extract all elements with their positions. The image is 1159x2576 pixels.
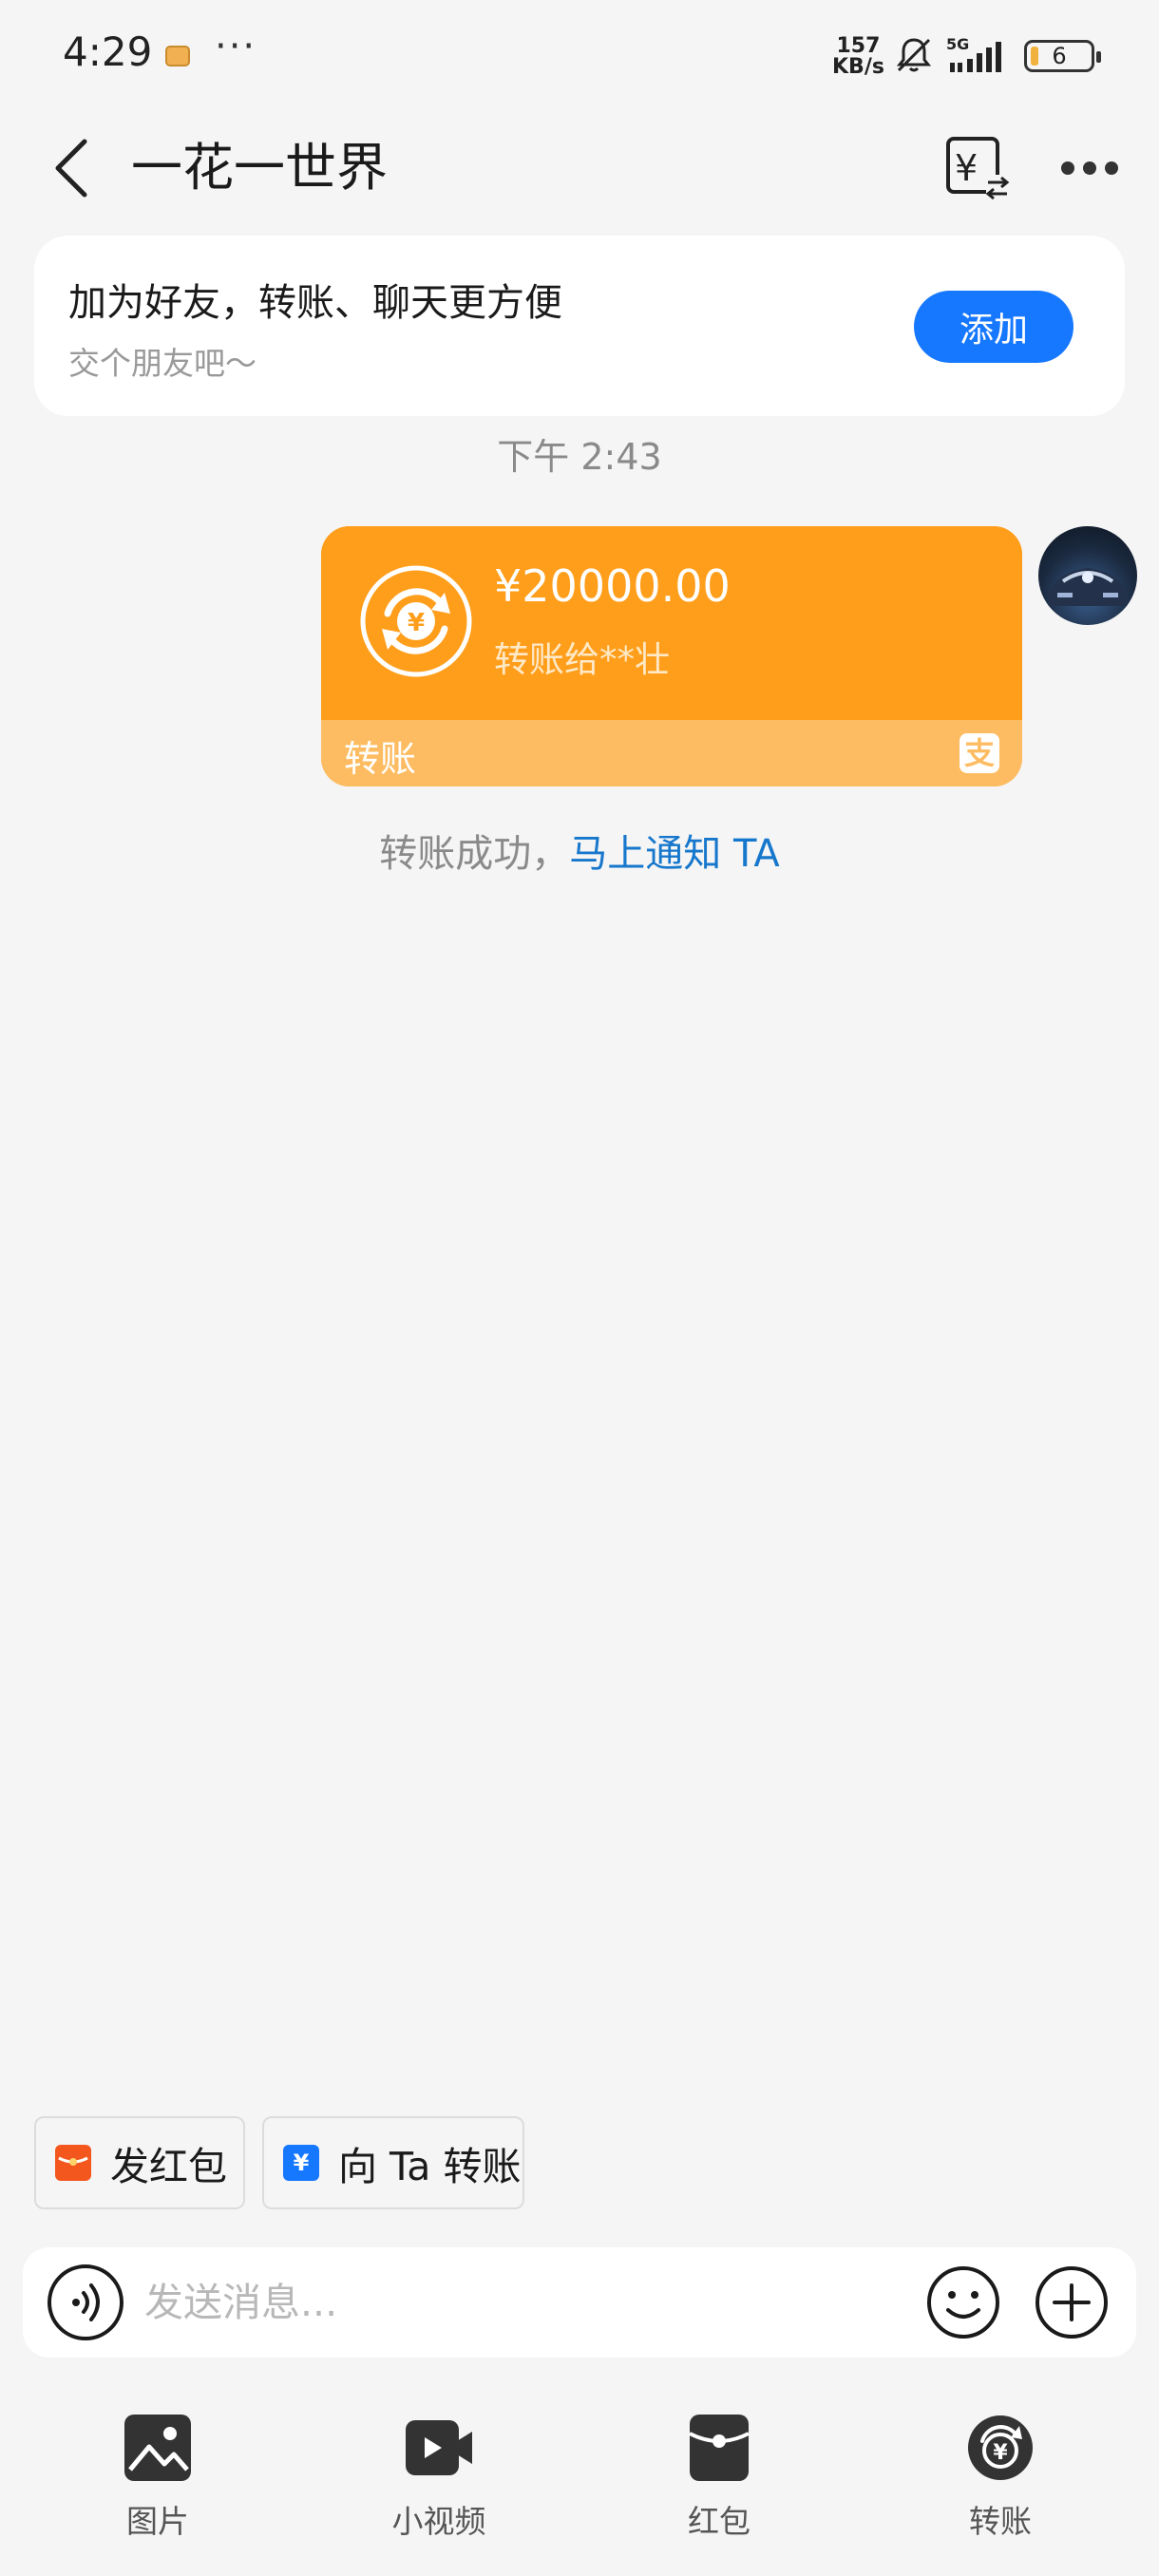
add-friend-title: 加为好友，转账、聊天更方便 xyxy=(68,281,562,325)
chat-header: 一花一世界 ¥ xyxy=(0,114,1159,218)
mute-bell-icon xyxy=(896,38,932,72)
transfer-to-chip[interactable]: ¥ 向 Ta 转账 xyxy=(262,2116,524,2209)
toolbar-item-video[interactable]: 小视频 xyxy=(353,2413,524,2555)
status-time: 4:29 xyxy=(63,28,153,75)
transfer-label: 转账 xyxy=(344,738,417,780)
chevron-left-icon xyxy=(55,139,87,198)
transfer-success-text: 转账成功， xyxy=(379,832,570,876)
transfer-success-line: 转账成功，马上通知 TA xyxy=(0,823,1159,878)
transfer-recipient: 转账给**壮 xyxy=(494,639,670,680)
avatar-car-image xyxy=(1048,568,1128,606)
voice-button[interactable] xyxy=(48,2264,124,2340)
toolbar-item-image[interactable]: 图片 xyxy=(72,2413,243,2555)
network-type: 5G xyxy=(946,35,969,53)
red-packet-icon xyxy=(689,2415,750,2481)
transfer-amount: ¥20000.00 xyxy=(494,560,731,612)
toolbar-label: 图片 xyxy=(126,2503,189,2540)
more-dot-icon xyxy=(1061,161,1074,175)
svg-text:¥: ¥ xyxy=(955,147,978,189)
toolbar-label: 红包 xyxy=(688,2503,750,2540)
toolbar-label: 小视频 xyxy=(391,2503,486,2540)
chat-title: 一花一世界 xyxy=(131,138,388,198)
add-friend-subtitle: 交个朋友吧～ xyxy=(68,345,256,382)
more-dot-icon xyxy=(1105,161,1118,175)
emoji-button[interactable] xyxy=(925,2264,1001,2340)
send-red-packet-chip[interactable]: 发红包 xyxy=(34,2116,245,2209)
battery-icon: 6 xyxy=(1024,40,1101,72)
message-timestamp: 下午 2:43 xyxy=(497,436,662,478)
send-red-packet-label: 发红包 xyxy=(110,2144,227,2189)
yuan-ticket-icon: ¥ xyxy=(283,2145,319,2181)
more-dot-icon xyxy=(1083,161,1096,175)
network-speed-unit: KB/s xyxy=(832,55,884,79)
alipay-logo-icon: 支 xyxy=(960,733,999,773)
transfer-message-bubble[interactable]: ¥ ¥20000.00 转账给**壮 转账 支 xyxy=(321,526,1022,786)
transfer-to-label: 向 Ta 转账 xyxy=(338,2144,522,2189)
more-notifications-icon: ··· xyxy=(215,25,257,68)
signal-5g-icon: 5G xyxy=(946,35,1001,72)
plus-button[interactable] xyxy=(1034,2264,1110,2340)
toolbar-label: 转账 xyxy=(969,2503,1032,2540)
message-input-bar xyxy=(23,2247,1136,2358)
add-friend-button[interactable]: 添加 xyxy=(914,291,1074,363)
network-speed: 157 KB/s xyxy=(832,36,884,78)
svg-text:¥: ¥ xyxy=(408,609,425,637)
transfer-record-button[interactable]: ¥ xyxy=(942,133,1013,203)
add-friend-card: 加为好友，转账、聊天更方便 交个朋友吧～ 添加 xyxy=(34,236,1125,416)
svg-text:¥: ¥ xyxy=(993,2441,1008,2465)
image-icon xyxy=(124,2415,191,2481)
video-icon xyxy=(406,2420,472,2475)
notification-app-icon xyxy=(165,46,190,66)
battery-level: 6 xyxy=(1052,43,1067,69)
transfer-exchange-icon: ¥ xyxy=(360,565,472,677)
more-button[interactable] xyxy=(1054,133,1125,203)
toolbar-item-red-packet[interactable]: 红包 xyxy=(634,2413,805,2555)
notify-link[interactable]: 马上通知 TA xyxy=(569,832,779,876)
back-button[interactable] xyxy=(38,135,104,201)
toolbar-item-transfer[interactable]: ¥ 转账 xyxy=(915,2413,1086,2555)
message-input[interactable] xyxy=(144,2268,904,2337)
status-bar: 4:29 ··· 157 KB/s 5G 6 xyxy=(0,0,1159,114)
avatar[interactable] xyxy=(1038,526,1137,625)
network-speed-value: 157 xyxy=(836,34,881,58)
transfer-icon: ¥ xyxy=(968,2415,1033,2480)
voice-icon xyxy=(72,2283,100,2321)
red-packet-icon xyxy=(55,2145,91,2181)
